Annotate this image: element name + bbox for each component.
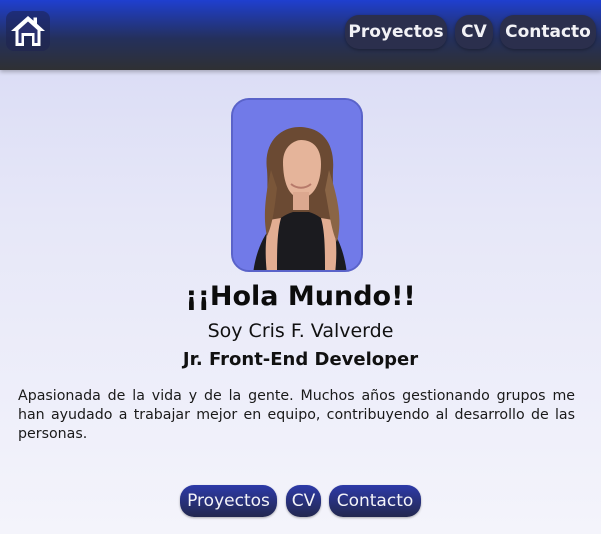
- nav-projects-button[interactable]: Proyectos: [345, 15, 447, 49]
- portrait-image: [233, 100, 361, 270]
- nav-cv-button[interactable]: CV: [455, 15, 493, 49]
- footer-cv-button[interactable]: CV: [286, 485, 321, 517]
- footer-projects-button[interactable]: Proyectos: [180, 485, 277, 517]
- bio-paragraph: Apasionada de la vida y de la gente. Muc…: [18, 388, 575, 442]
- role-title: Jr. Front-End Developer: [182, 349, 419, 370]
- greeting-heading: ¡¡Hola Mundo!!: [185, 281, 416, 312]
- name-subtitle: Soy Cris F. Valverde: [207, 320, 394, 342]
- footer-contact-button[interactable]: Contacto: [329, 485, 421, 517]
- home-icon: [11, 16, 45, 46]
- nav-contact-button[interactable]: Contacto: [500, 15, 596, 49]
- top-navigation-bar: Proyectos CV Contacto: [0, 0, 601, 70]
- profile-photo: [231, 98, 363, 272]
- home-button[interactable]: [6, 11, 50, 51]
